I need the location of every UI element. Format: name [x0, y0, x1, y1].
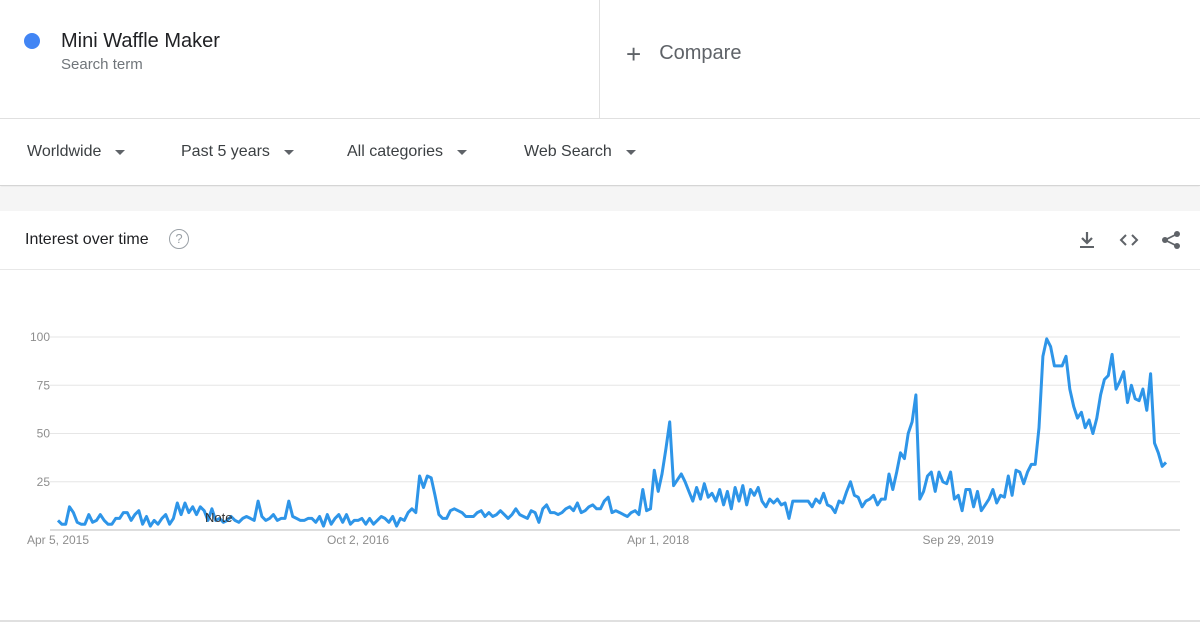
y-tick-label: 50 — [37, 427, 51, 441]
y-tick-label: 100 — [30, 330, 50, 344]
x-tick-label: Oct 2, 2016 — [327, 533, 389, 547]
interest-chart: 25 50 75 100 Apr 5, 2015 Oct 2, 2016 Apr 1, 2… — [27, 330, 1180, 547]
x-tick-label: Sep 29, 2019 — [923, 533, 995, 547]
y-tick-label: 25 — [37, 475, 51, 489]
x-axis-ticks: Apr 5, 2015 Oct 2, 2016 Apr 1, 2018 Sep 29,… — [27, 533, 994, 547]
y-axis-ticks: 25 50 75 100 — [30, 330, 50, 489]
chart-annotation-note[interactable]: Note — [205, 510, 232, 525]
y-tick-label: 75 — [37, 378, 51, 392]
series-line-mini-waffle-maker — [56, 337, 1168, 528]
x-tick-label: Apr 1, 2018 — [627, 533, 689, 547]
x-tick-label: Apr 5, 2015 — [27, 533, 89, 547]
chart-gridlines — [50, 336, 1180, 531]
